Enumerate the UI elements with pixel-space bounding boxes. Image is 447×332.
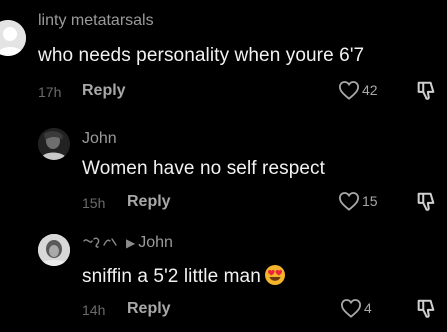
dislike-button[interactable] (415, 298, 437, 320)
comment-text: who needs personality when youre 6'7 (38, 45, 365, 66)
reply-button[interactable]: Reply (127, 193, 171, 211)
heart-eyes-emoji (264, 264, 286, 292)
like-count: 42 (362, 82, 378, 98)
avatar[interactable] (0, 20, 26, 56)
reply-username-area: ▶ John (82, 234, 173, 252)
dislike-button[interactable] (415, 80, 437, 102)
dislike-icon (417, 81, 435, 100)
comment-3: ▶ John sniffin a 5'2 little man 14h Repl… (0, 222, 447, 332)
profile-photo-icon (38, 128, 70, 160)
like-button[interactable]: 4 (340, 298, 372, 318)
dislike-button[interactable] (415, 191, 437, 213)
comment-username[interactable]: linty metatarsals (38, 12, 154, 30)
scribble-username-icon (83, 237, 117, 248)
like-button[interactable]: 42 (338, 80, 378, 100)
comment-text: Women have no self respect (82, 158, 326, 179)
avatar[interactable] (38, 234, 70, 266)
comment-text: sniffin a 5'2 little man (82, 264, 286, 292)
heart-icon (338, 192, 360, 211)
heart-icon (340, 299, 362, 318)
comment-timestamp: 15h (82, 195, 106, 211)
like-count: 15 (362, 193, 378, 209)
reply-button[interactable]: Reply (127, 300, 171, 318)
profile-photo-icon (38, 234, 70, 266)
avatar[interactable] (38, 128, 70, 160)
comment-timestamp: 14h (82, 302, 106, 318)
comment-thread: linty metatarsals who needs personality … (0, 0, 447, 332)
comment-text-content: sniffin a 5'2 little man (82, 266, 261, 287)
comment-username[interactable]: John (82, 130, 117, 148)
default-avatar-icon (0, 20, 26, 56)
reply-to-username[interactable]: John (138, 234, 173, 252)
dislike-icon (417, 299, 435, 318)
comment-1: linty metatarsals who needs personality … (0, 0, 447, 112)
dislike-icon (417, 192, 435, 211)
like-button[interactable]: 15 (338, 191, 378, 211)
reply-arrow-icon: ▶ (126, 236, 136, 250)
heart-icon (338, 81, 360, 100)
reply-button[interactable]: Reply (82, 82, 126, 100)
comment-timestamp: 17h (38, 84, 62, 100)
comment-2: John Women have no self respect 15h Repl… (0, 112, 447, 222)
like-count: 4 (364, 300, 372, 316)
